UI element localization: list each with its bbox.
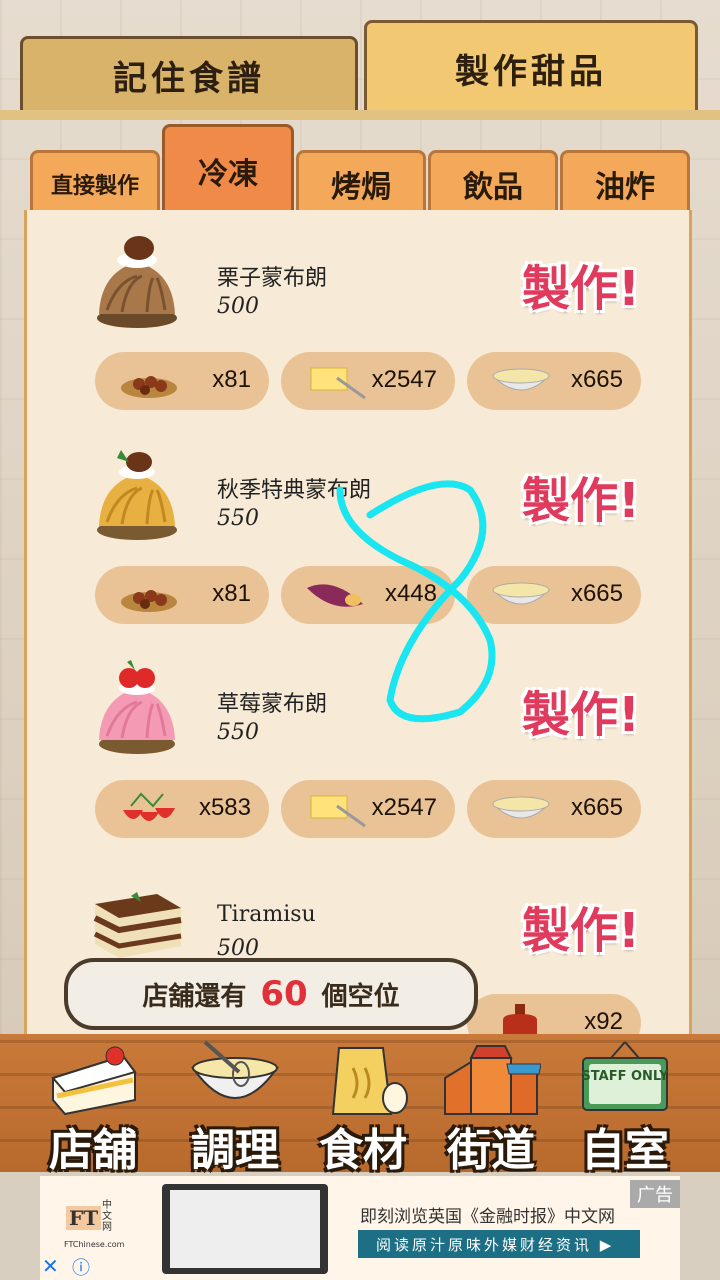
- recipe-name: 栗子蒙布朗: [217, 266, 328, 291]
- cream-bowl-icon: [491, 796, 551, 819]
- seat-notice-suffix: 個空位: [321, 981, 400, 1012]
- ingredient-row: x81 x448 x665: [95, 566, 645, 624]
- tab-direct-make[interactable]: 直接製作: [30, 150, 160, 214]
- recipe-list-panel[interactable]: 栗子蒙布朗 500 製作! x81 x2547 x665 秋季特典蒙布朗 550…: [24, 210, 692, 1040]
- ingredient-row: x583 x2547 x665: [95, 780, 645, 838]
- strawberry-mont-blanc-icon: [99, 660, 175, 754]
- ingredient-count: x665: [570, 580, 623, 607]
- mixing-bowl-icon: [191, 1040, 279, 1099]
- nav-label: 食材: [319, 1125, 407, 1176]
- recipe-name: Tiramisu: [217, 902, 316, 927]
- empty-seats-notice: 店舖還有 60 個空位: [64, 958, 478, 1030]
- ft-domain: FTChinese.com: [64, 1240, 125, 1249]
- tab-make-desserts[interactable]: 製作甜品: [364, 20, 698, 114]
- ingredient-cream: x665: [467, 352, 641, 410]
- ingredient-row: x81 x2547 x665: [95, 352, 645, 410]
- recipe-row: 秋季特典蒙布朗 550 製作!: [27, 436, 689, 546]
- ft-logo-text: FT: [66, 1206, 102, 1230]
- ingredient-cream: x665: [467, 780, 641, 838]
- seat-notice-prefix: 店舖還有: [142, 981, 247, 1012]
- ingredient-sweet-potato: x448: [281, 566, 455, 624]
- tab-frozen[interactable]: 冷凍: [162, 124, 294, 214]
- ad-close-icon[interactable]: ✕: [42, 1254, 59, 1278]
- recipe-name: 秋季特典蒙布朗: [217, 478, 372, 503]
- staff-sign-line-1: STAFF ONLY: [581, 1069, 669, 1084]
- ad-cta-button[interactable]: 阅读原汁原味外媒财经资讯 ▶: [358, 1230, 640, 1258]
- seat-count: 60: [260, 974, 308, 1014]
- recipe-price: 500: [217, 294, 259, 319]
- ingredient-count: x665: [570, 794, 623, 821]
- ft-logo: FT 中文网 FTChinese.com: [52, 1188, 124, 1249]
- tab-fried[interactable]: 油炸: [560, 150, 690, 214]
- recipe-price: 550: [217, 506, 259, 531]
- tab-drinks[interactable]: 飲品: [428, 150, 558, 214]
- recipe-price: 550: [217, 720, 259, 745]
- recipe-row: 草莓蒙布朗 550 製作!: [27, 650, 689, 760]
- nav-shop[interactable]: 店舖: [28, 1034, 158, 1176]
- ingredient-butter: x2547: [281, 352, 455, 410]
- tab-remember-recipes[interactable]: 記住食譜: [20, 36, 358, 112]
- strawberry-icon: [123, 792, 175, 821]
- ad-laptop-image: [162, 1184, 328, 1274]
- nav-street[interactable]: 街道: [426, 1034, 556, 1176]
- top-tab-bar: [0, 110, 720, 120]
- ingredient-chestnut: x81: [95, 352, 269, 410]
- ingredient-count: x81: [212, 366, 251, 393]
- butter-icon: [310, 367, 366, 400]
- chestnut-icon: [121, 376, 177, 398]
- flour-bag-icon: [331, 1047, 408, 1115]
- bottom-nav: 店舖 調理 食材 街道 STAFF ONLY 自室: [0, 1034, 720, 1176]
- make-button[interactable]: 製作!: [511, 252, 651, 317]
- nav-cooking[interactable]: 調理: [170, 1034, 300, 1176]
- ad-label: 广告: [630, 1180, 680, 1208]
- ft-logo-cn: 中文网: [102, 1200, 112, 1233]
- nav-label: 調理: [191, 1125, 279, 1176]
- ingredient-cream: x665: [467, 566, 641, 624]
- ingredient-count: x92: [584, 1008, 623, 1035]
- chestnut-mont-blanc-icon: [97, 236, 177, 328]
- ad-info-icon[interactable]: ⓘ: [72, 1254, 90, 1280]
- ingredient-count: x448: [384, 580, 437, 607]
- ad-banner[interactable]: FT 中文网 FTChinese.com 即刻浏览英国《金融时报》中文网 阅读原…: [40, 1176, 680, 1280]
- nav-label: 自室: [581, 1125, 669, 1176]
- ingredient-count: x583: [198, 794, 251, 821]
- autumn-mont-blanc-icon: [97, 450, 177, 540]
- chestnut-icon: [121, 590, 177, 612]
- ingredient-count: x665: [570, 366, 623, 393]
- cake-slice-icon: [51, 1046, 137, 1116]
- ingredient-butter: x2547: [281, 780, 455, 838]
- ad-headline: 即刻浏览英国《金融时报》中文网: [360, 1207, 615, 1227]
- sweet-potato-icon: [307, 584, 363, 607]
- make-button[interactable]: 製作!: [511, 464, 651, 529]
- butter-icon: [310, 795, 366, 828]
- nav-label: 店舖: [49, 1125, 137, 1176]
- street-buildings-icon: [444, 1045, 541, 1115]
- ingredient-count: x2547: [371, 366, 437, 393]
- tab-baked[interactable]: 烤焗: [296, 150, 426, 214]
- cream-bowl-icon: [491, 368, 551, 391]
- recipe-row: 栗子蒙布朗 500 製作!: [27, 224, 689, 334]
- recipe-name: 草莓蒙布朗: [217, 692, 328, 717]
- make-button[interactable]: 製作!: [511, 894, 651, 959]
- make-button[interactable]: 製作!: [511, 678, 651, 743]
- ingredient-chestnut: x81: [95, 566, 269, 624]
- ingredient-count: x81: [212, 580, 251, 607]
- nav-label: 街道: [447, 1125, 535, 1176]
- cream-bowl-icon: [491, 582, 551, 605]
- ingredient-strawberry: x583: [95, 780, 269, 838]
- nav-ingredients[interactable]: 食材: [298, 1034, 428, 1176]
- ingredient-count: x2547: [371, 794, 437, 821]
- nav-my-room[interactable]: STAFF ONLY 自室: [560, 1034, 690, 1176]
- staff-only-sign-icon: STAFF ONLY: [581, 1041, 669, 1111]
